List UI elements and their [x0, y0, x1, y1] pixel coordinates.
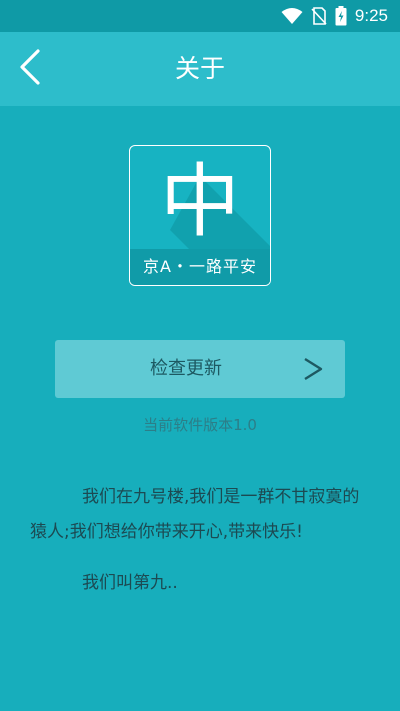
check-update-button[interactable]: 检查更新	[55, 340, 345, 398]
status-bar: 9:25	[0, 0, 400, 32]
version-text: 当前软件版本1.0	[143, 416, 257, 434]
status-time: 9:25	[354, 6, 388, 25]
logo-glyph: 中	[160, 155, 240, 248]
app-logo: 中 京A・一路平安	[129, 145, 271, 286]
chevron-right-icon	[303, 357, 323, 385]
check-update-label: 检查更新	[150, 358, 222, 379]
about-paragraph: 我们叫第九..	[82, 573, 178, 593]
battery-charging-icon	[335, 6, 347, 26]
logo-caption: 京A・一路平安	[130, 249, 270, 285]
about-paragraph: 我们在九号楼,我们是一群不甘寂寞的猿人;我们想给你带来开心,带来快乐!	[30, 487, 360, 542]
no-sim-icon	[311, 7, 327, 25]
wifi-icon	[281, 7, 303, 25]
status-icons: 9:25	[281, 6, 388, 26]
app-bar: 关于	[0, 32, 400, 106]
about-text: 我们在九号楼,我们是一群不甘寂寞的猿人;我们想给你带来开心,带来快乐! 我们叫第…	[30, 480, 375, 601]
page-title: 关于	[174, 54, 225, 83]
